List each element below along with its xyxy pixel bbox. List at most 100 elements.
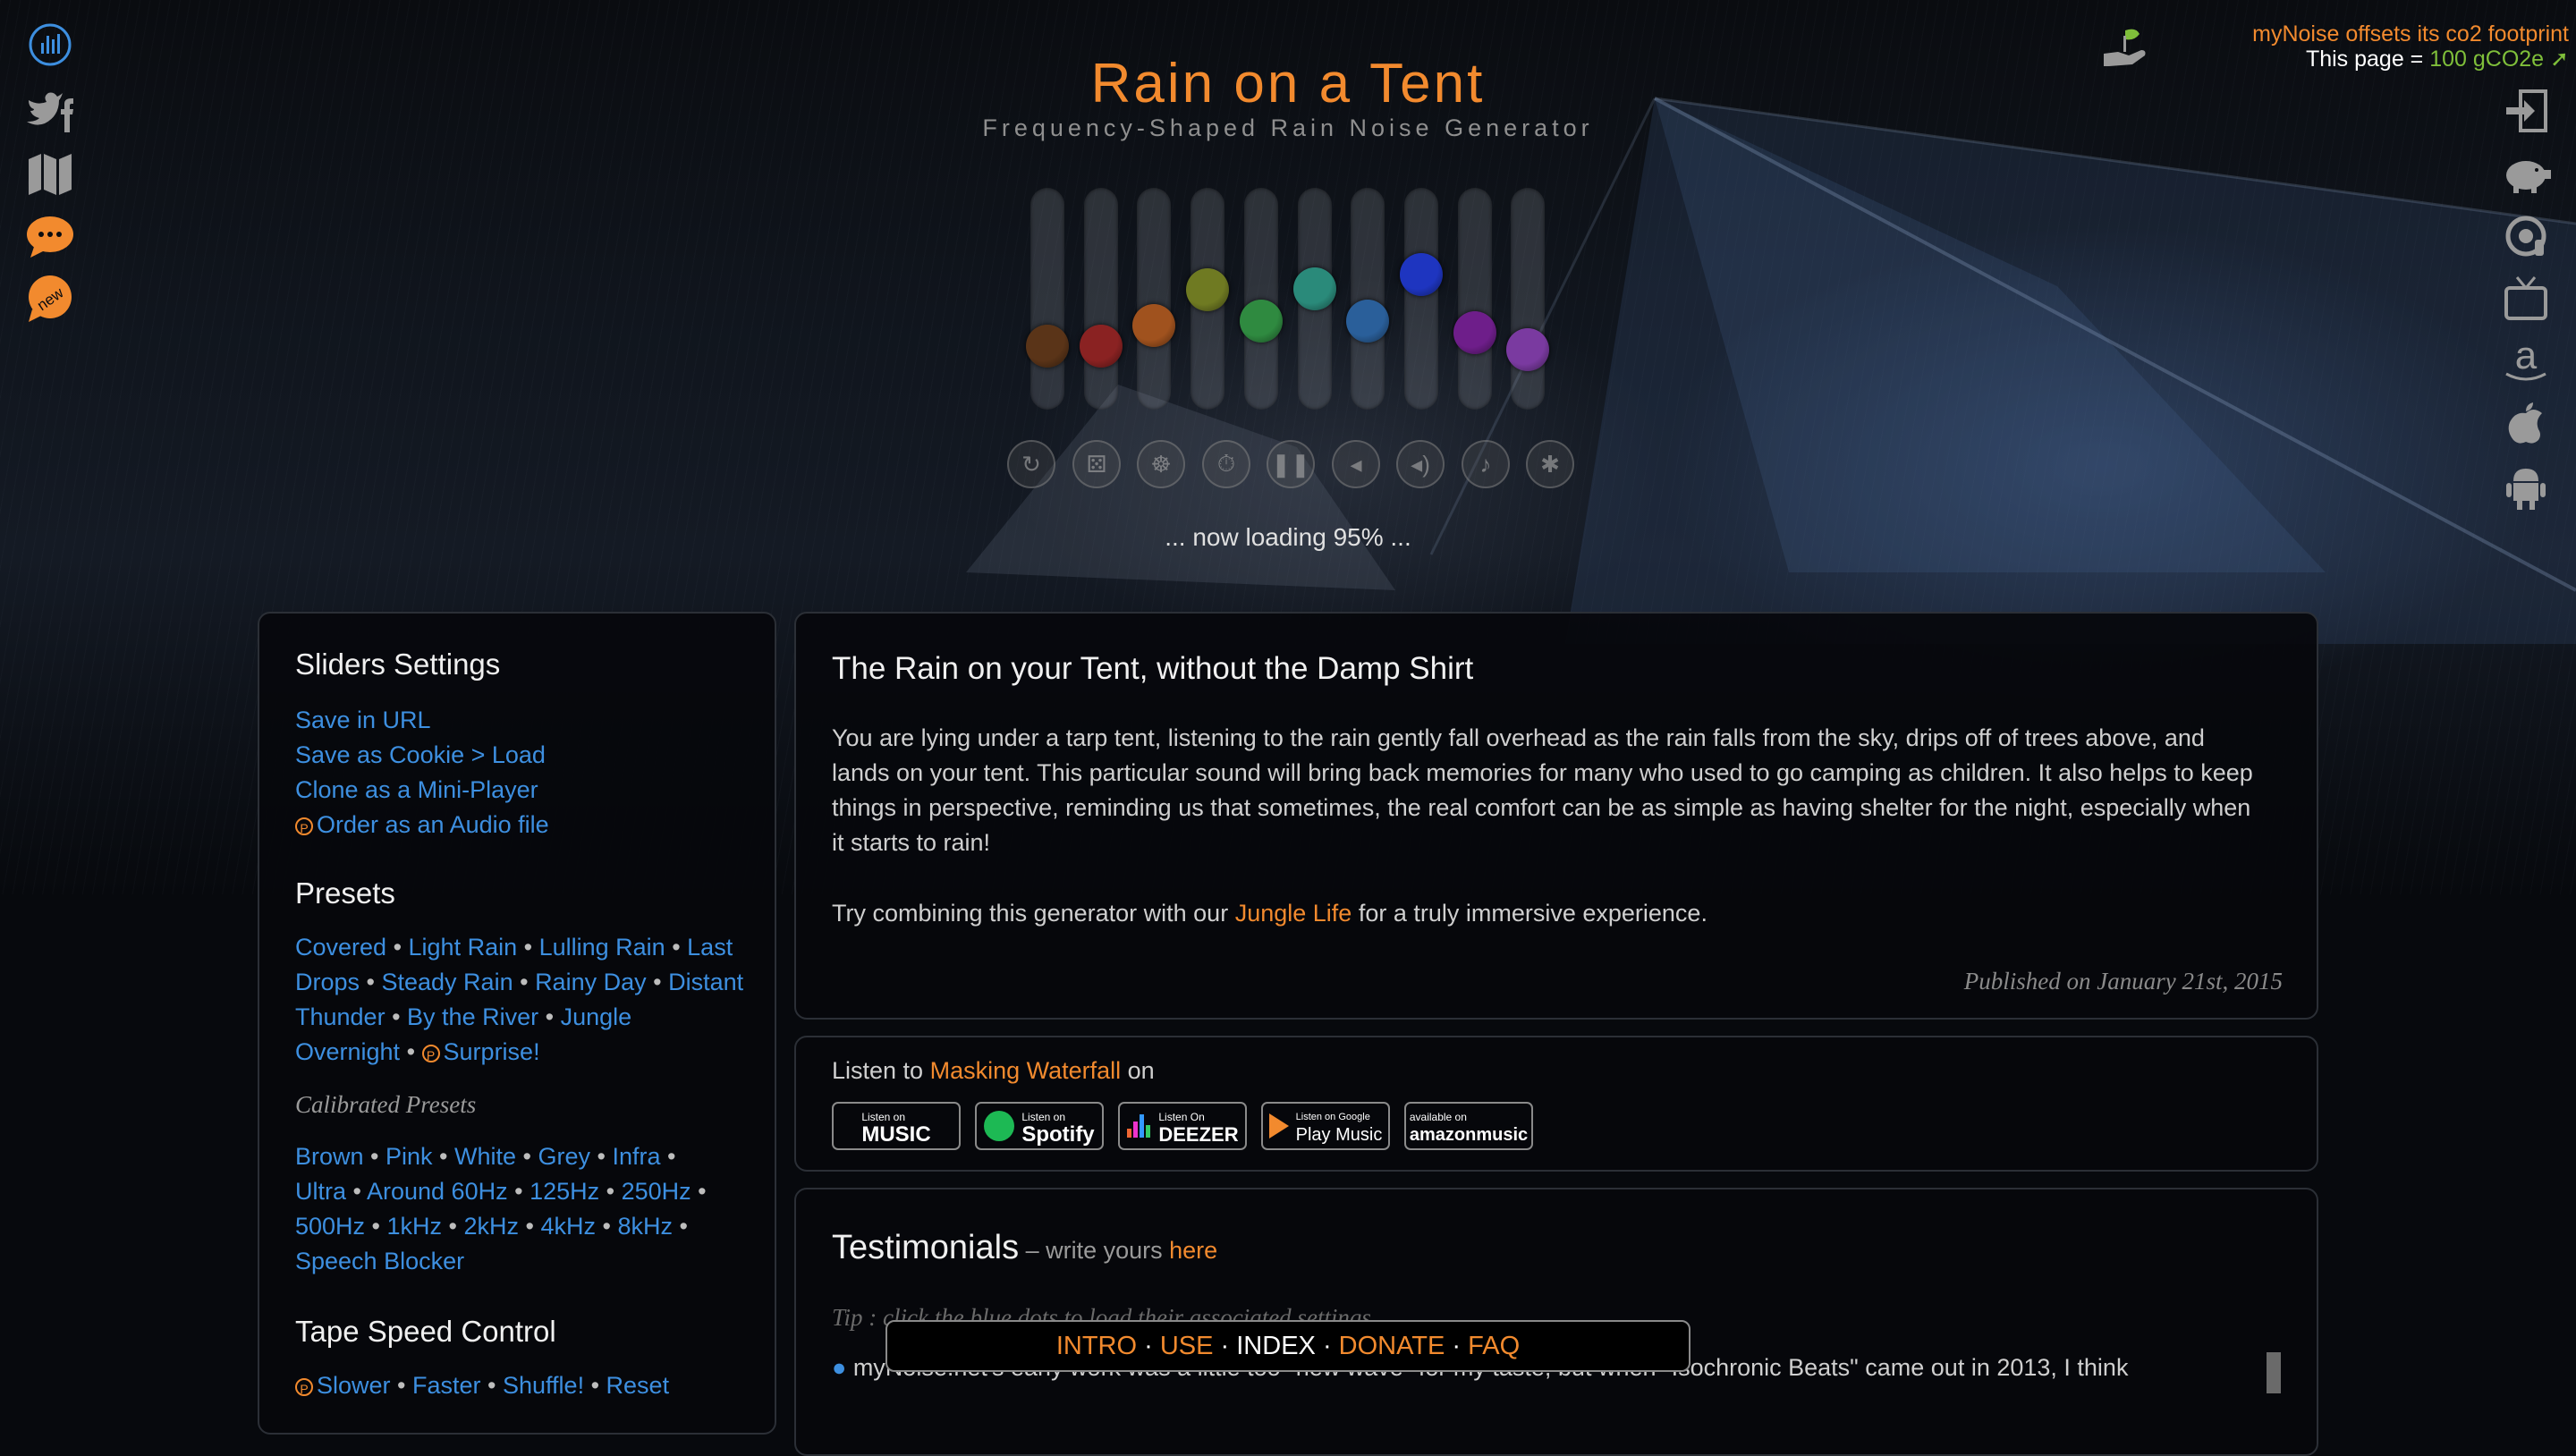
calibrated-preset-link[interactable]: 250Hz [622,1178,691,1205]
settings-icon[interactable]: ✱ [1526,440,1574,488]
chat-icon[interactable] [25,211,75,261]
amazon-icon[interactable]: a [2501,336,2551,386]
volume-down-icon[interactable]: ◂ [1332,440,1380,488]
order-audio-file-link[interactable]: Order as an Audio file [317,811,549,838]
description-text: You are lying under a tarp tent, listeni… [832,721,2299,860]
map-icon[interactable] [25,148,75,199]
preset-link[interactable]: Last [687,934,733,961]
calibrated-preset-link[interactable]: 125Hz [530,1178,599,1205]
page-title: Rain on a Tent [1090,53,1486,114]
slider-knob-9[interactable] [1453,311,1496,354]
speech-blocker-link[interactable]: Speech Blocker [295,1248,464,1274]
nav-use[interactable]: USE [1160,1332,1214,1360]
calibrated-preset-link[interactable]: Grey [538,1143,591,1170]
slower-link[interactable]: Slower [317,1372,391,1399]
calibrated-preset-link[interactable]: 4kHz [540,1213,596,1240]
preset-link[interactable]: By the River [407,1003,538,1030]
calibrated-preset-link[interactable]: 1kHz [387,1213,443,1240]
bottom-nav: INTRO · USE · INDEX · DONATE · FAQ [886,1320,1690,1372]
write-testimonial-link[interactable]: here [1169,1237,1217,1264]
slider-knob-5[interactable] [1240,300,1283,343]
apple-icon[interactable] [2501,399,2551,449]
alarm-icon[interactable]: ♪ [1462,440,1510,488]
deezer-badge[interactable]: Listen On DEEZER [1118,1102,1247,1150]
masking-waterfall-link[interactable]: Masking Waterfall [930,1057,1122,1084]
slider-knob-3[interactable] [1132,304,1175,347]
preset-link[interactable]: Distant [668,969,743,995]
slider-knob-10[interactable] [1506,328,1549,371]
description-line: You are lying under a tarp tent, listeni… [832,724,2205,751]
nav-donate[interactable]: DONATE [1339,1332,1445,1360]
calibrated-preset-link[interactable]: Around 60Hz [367,1178,508,1205]
testimonial-dot[interactable]: ● [832,1354,853,1381]
calibrated-preset-link[interactable]: Infra [612,1143,660,1170]
preset-link[interactable]: Drops [295,969,360,995]
google-play-badge[interactable]: Listen on Google Play Music [1261,1102,1390,1150]
slider-track-10[interactable] [1506,188,1549,410]
pause-icon[interactable]: ❚❚ [1267,440,1315,488]
spotify-badge[interactable]: Listen on Spotify [975,1102,1104,1150]
slider-track-5[interactable] [1240,188,1283,410]
premium-icon: P [421,1044,440,1062]
calibrated-presets-title: Calibrated Presets [295,1091,477,1118]
calibrated-preset-link[interactable]: White [454,1143,516,1170]
preset-link[interactable]: Rainy Day [535,969,647,995]
save-as-cookie-link[interactable]: Save as Cookie > Load [295,738,549,773]
android-icon[interactable] [2501,461,2551,512]
calibrated-preset-link[interactable]: 2kHz [464,1213,520,1240]
tv-icon[interactable] [2501,274,2551,324]
preset-link[interactable]: Lulling Rain [539,934,665,961]
nav-index[interactable]: INDEX [1236,1332,1316,1360]
preset-link[interactable]: Thunder [295,1003,386,1030]
description-panel: The Rain on your Tent, without the Damp … [794,612,2318,1020]
jungle-life-link[interactable]: Jungle Life [1235,900,1352,927]
calibrated-preset-link[interactable]: Ultra [295,1178,346,1205]
slider-knob-8[interactable] [1400,253,1443,296]
apple-music-badge[interactable]: Listen on MUSIC [832,1102,961,1150]
faster-link[interactable]: Faster [412,1372,481,1399]
headphones-icon[interactable] [2501,211,2551,261]
calibrated-preset-link[interactable]: 8kHz [617,1213,673,1240]
shuffle-link[interactable]: Shuffle! [503,1372,584,1399]
random-icon[interactable]: ⚄ [1072,440,1121,488]
slider-knob-2[interactable] [1080,325,1123,368]
slider-knob-6[interactable] [1293,267,1336,310]
calibrated-preset-link[interactable]: 500Hz [295,1213,365,1240]
slider-knob-4[interactable] [1186,268,1229,311]
new-badge-icon[interactable]: new [25,274,75,324]
combo-line: Try combining this generator with our Ju… [832,900,1707,927]
premium-icon: P [295,817,313,835]
surprise-link[interactable]: Surprise! [444,1038,540,1065]
animate-icon[interactable]: ☸ [1137,440,1185,488]
slider-track-1[interactable] [1026,188,1069,410]
slider-track-4[interactable] [1186,188,1229,410]
slider-knob-7[interactable] [1346,300,1389,343]
slider-track-6[interactable] [1293,188,1336,410]
preset-link[interactable]: Jungle [561,1003,632,1030]
slider-track-9[interactable] [1453,188,1496,410]
slider-track-8[interactable] [1400,188,1443,410]
nav-intro[interactable]: INTRO [1056,1332,1137,1360]
preset-link[interactable]: Overnight [295,1038,400,1065]
nav-faq[interactable]: FAQ [1468,1332,1520,1360]
preset-link[interactable]: Light Rain [409,934,518,961]
reset-link[interactable]: Reset [606,1372,670,1399]
piggy-bank-icon[interactable] [2501,148,2551,199]
timer-icon[interactable]: ⏱ [1202,440,1250,488]
slider-track-7[interactable] [1346,188,1389,410]
calibrated-preset-link[interactable]: Pink [386,1143,433,1170]
clone-mini-player-link[interactable]: Clone as a Mini-Player [295,773,549,808]
preset-link[interactable]: Steady Rain [382,969,513,995]
volume-up-icon[interactable]: ◂) [1396,440,1445,488]
slider-knob-1[interactable] [1026,325,1069,368]
slider-track-2[interactable] [1080,188,1123,410]
scrollbar-thumb[interactable] [2267,1352,2281,1393]
description-line: lands on your tent. This particular soun… [832,759,2253,786]
reset-icon[interactable]: ↻ [1007,440,1055,488]
save-in-url-link[interactable]: Save in URL [295,703,549,738]
preset-link[interactable]: Covered [295,934,386,961]
slider-track-3[interactable] [1132,188,1175,410]
amazon-music-badge[interactable]: available on amazonmusic [1404,1102,1533,1150]
listen-suffix: on [1121,1057,1155,1084]
calibrated-preset-link[interactable]: Brown [295,1143,364,1170]
